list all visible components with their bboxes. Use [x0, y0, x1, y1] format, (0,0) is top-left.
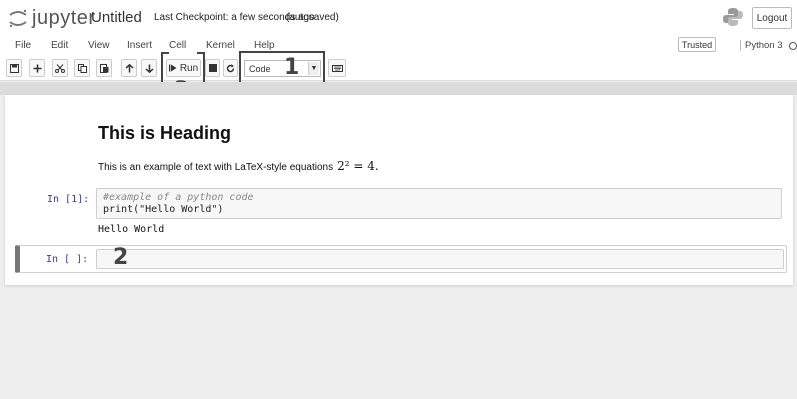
- notebook-name[interactable]: Untitled: [91, 9, 142, 26]
- toolbar: Run Code ▼: [0, 56, 797, 81]
- command-palette-button[interactable]: [328, 59, 346, 77]
- latex-equation: 2² = 4.: [337, 159, 379, 173]
- move-down-button[interactable]: [141, 59, 157, 77]
- menu-kernel[interactable]: Kernel: [206, 40, 235, 51]
- cell-output: Hello World: [98, 224, 165, 235]
- save-icon: [9, 63, 19, 73]
- notebook-container: This is Heading This is an example of te…: [5, 95, 793, 285]
- scissors-icon: [55, 63, 65, 73]
- paste-icon: [99, 64, 108, 73]
- restart-icon: [226, 63, 235, 72]
- kernel-idle-icon: [788, 41, 797, 50]
- menu-view[interactable]: View: [88, 40, 110, 51]
- stop-icon: [208, 64, 217, 72]
- trusted-indicator[interactable]: Trusted: [678, 37, 716, 52]
- annotation-number-2: 2: [113, 245, 129, 270]
- markdown-text-cell[interactable]: This is an example of text with LaTeX-st…: [98, 159, 379, 173]
- copy-cell-button[interactable]: [74, 59, 90, 77]
- kernel-status: Python 3: [740, 40, 797, 51]
- annotation-corner-right: [197, 52, 205, 54]
- code-line: print("Hello World"): [103, 204, 224, 215]
- menu-help[interactable]: Help: [254, 40, 275, 51]
- arrow-down-icon: [144, 64, 154, 73]
- code-comment-line: #example of a python code: [103, 192, 254, 203]
- save-button[interactable]: [6, 59, 22, 77]
- markdown-text: This is an example of text with LaTeX-st…: [98, 162, 334, 173]
- restart-kernel-button[interactable]: [223, 59, 238, 77]
- logo-text: jupyter: [32, 6, 96, 29]
- markdown-heading: This is Heading: [98, 123, 232, 143]
- autosave-status: (autosaved): [286, 12, 339, 23]
- menu-insert[interactable]: Insert: [127, 40, 152, 51]
- menu-file[interactable]: File: [15, 40, 31, 51]
- paste-cell-button[interactable]: [96, 59, 112, 77]
- interrupt-kernel-button[interactable]: [205, 59, 220, 77]
- jupyter-logo[interactable]: jupyter: [7, 4, 96, 32]
- plus-icon: [33, 64, 41, 72]
- annotation-corner-left: [161, 52, 169, 54]
- move-up-button[interactable]: [121, 59, 137, 77]
- jupyter-notebook-page: jupyter Untitled Last Checkpoint: a few …: [0, 0, 797, 399]
- toolbar-divider: [0, 82, 797, 95]
- insert-cell-button[interactable]: [29, 59, 45, 77]
- menu-cell[interactable]: Cell: [169, 40, 186, 51]
- code-cell-input[interactable]: #example of a python code print("Hello W…: [96, 188, 782, 219]
- python-logo-icon: [723, 8, 743, 26]
- logout-button[interactable]: Logout: [752, 7, 792, 29]
- annotation-number-1: 1: [284, 55, 300, 80]
- cell-prompt: In [1]:: [47, 194, 90, 205]
- cut-cell-button[interactable]: [52, 59, 68, 77]
- kernel-name: Python 3: [745, 40, 783, 51]
- jupyter-logo-icon: [9, 9, 27, 28]
- cell-prompt: In [ ]:: [46, 254, 89, 265]
- arrow-up-icon: [124, 63, 134, 72]
- header: jupyter Untitled Last Checkpoint: a few …: [0, 0, 797, 36]
- keyboard-icon: [331, 64, 343, 72]
- copy-icon: [77, 63, 87, 73]
- selected-code-cell[interactable]: In [ ]: 2: [15, 245, 787, 273]
- code-cell-input-empty[interactable]: [96, 249, 784, 269]
- menu-edit[interactable]: Edit: [51, 40, 68, 51]
